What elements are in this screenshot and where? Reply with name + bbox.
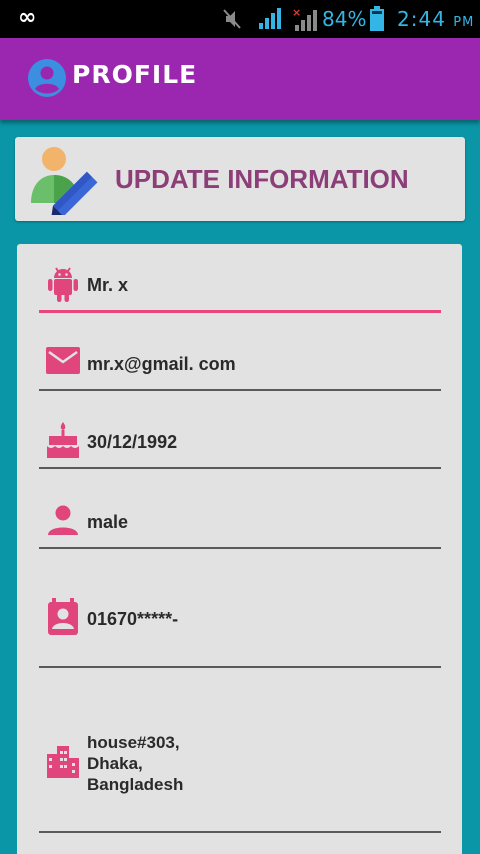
person-icon [45, 504, 81, 540]
profile-form: Mr. x mr.x@gmail. com 30/12/1992 male 01… [17, 244, 462, 854]
city-icon [45, 744, 81, 782]
account-circle-icon[interactable] [27, 58, 67, 102]
edit-user-icon [29, 145, 105, 219]
phone-value: 01670*****- [87, 609, 179, 629]
clock-time: 2:44 [397, 7, 446, 31]
signal-icon [258, 7, 282, 33]
birthday-value: 30/12/1992 [87, 432, 178, 452]
address-field[interactable]: house#303, Dhaka, Bangladesh [39, 714, 441, 836]
name-value: Mr. x [87, 275, 129, 295]
mute-icon [222, 8, 242, 34]
app-bar: PROFILE [0, 38, 480, 120]
cake-icon [45, 420, 81, 464]
address-underline [39, 831, 441, 833]
phone-underline [39, 666, 441, 668]
birthday-underline [39, 467, 441, 469]
android-icon [45, 262, 81, 308]
email-underline [39, 389, 441, 391]
email-value: mr.x@gmail. com [87, 354, 236, 374]
update-information-banner[interactable]: UPDATE INFORMATION [15, 137, 465, 221]
gender-value: male [87, 512, 129, 532]
name-underline [39, 310, 441, 313]
svg-text:×: × [292, 7, 301, 19]
signal-no-service-icon: × [292, 6, 318, 35]
mail-icon [45, 346, 81, 380]
address-value: house#303, Dhaka, Bangladesh [87, 733, 184, 794]
phone-field[interactable]: 01670*****- [39, 584, 441, 670]
birthday-field[interactable]: 30/12/1992 [39, 420, 441, 470]
status-bar: ∞ × 84% 2:44 PM [0, 0, 480, 38]
app-title: PROFILE [72, 60, 198, 89]
clock-ampm: PM [453, 15, 475, 30]
gender-field[interactable]: male [39, 500, 441, 550]
battery-icon [369, 6, 385, 36]
clock: 2:44 PM [397, 7, 474, 31]
email-field[interactable]: mr.x@gmail. com [39, 344, 441, 392]
name-field[interactable]: Mr. x [39, 262, 441, 314]
infinity-icon: ∞ [18, 5, 36, 30]
contact-card-icon [45, 598, 81, 640]
gender-underline [39, 547, 441, 549]
update-information-title: UPDATE INFORMATION [115, 164, 409, 194]
battery-percent: 84% [322, 7, 367, 31]
